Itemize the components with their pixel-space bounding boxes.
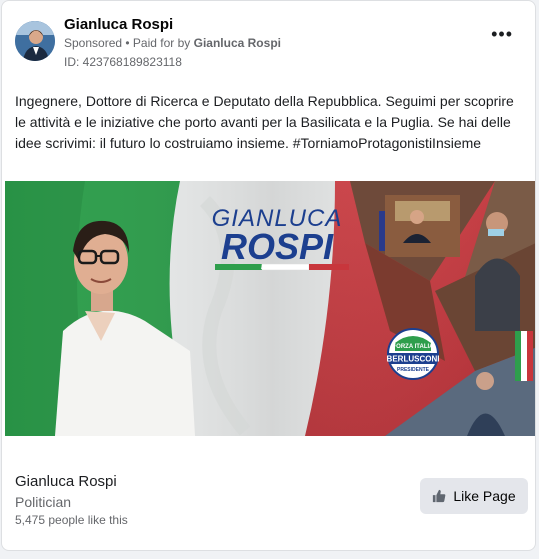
footer-like-count: 5,475 people like this bbox=[15, 513, 128, 527]
like-page-label: Like Page bbox=[453, 488, 516, 504]
ad-banner-image[interactable]: GIANLUCA ROSPI DEPUTATO FORZA ITALIA BER… bbox=[5, 181, 535, 436]
banner-name-logo: GIANLUCA ROSPI DEPUTATO bbox=[212, 205, 349, 271]
sponsored-label: Sponsored bbox=[64, 36, 123, 50]
meta-separator: • bbox=[122, 36, 133, 50]
party-logo-name: BERLUSCONI bbox=[387, 355, 440, 364]
footer-page-name[interactable]: Gianluca Rospi bbox=[15, 473, 117, 490]
party-logo-top: FORZA ITALIA bbox=[393, 344, 435, 350]
party-logo: FORZA ITALIA BERLUSCONI PRESIDENTE bbox=[387, 328, 440, 380]
sponsored-meta: Sponsored • Paid for by Gianluca Rospi bbox=[64, 36, 281, 50]
paid-for-prefix: Paid for by bbox=[132, 36, 194, 50]
page-avatar[interactable] bbox=[15, 21, 55, 61]
page-name[interactable]: Gianluca Rospi bbox=[64, 16, 173, 33]
post-body-text: Ingegnere, Dottore di Ricerca e Deputato… bbox=[15, 93, 514, 151]
ad-id: ID: 423768189823118 bbox=[64, 55, 182, 69]
like-page-button[interactable]: Like Page bbox=[420, 478, 528, 514]
paid-for-name[interactable]: Gianluca Rospi bbox=[194, 36, 281, 50]
banner-role: DEPUTATO bbox=[261, 265, 293, 271]
party-logo-sub: PRESIDENTE bbox=[397, 367, 430, 373]
thumbs-up-icon bbox=[433, 489, 446, 503]
sponsored-post-card: Gianluca Rospi Sponsored • Paid for by G… bbox=[1, 0, 536, 551]
footer-page-category: Politician bbox=[15, 494, 72, 510]
more-options-icon[interactable]: ••• bbox=[491, 25, 513, 43]
banner-name-last: ROSPI bbox=[221, 226, 334, 267]
